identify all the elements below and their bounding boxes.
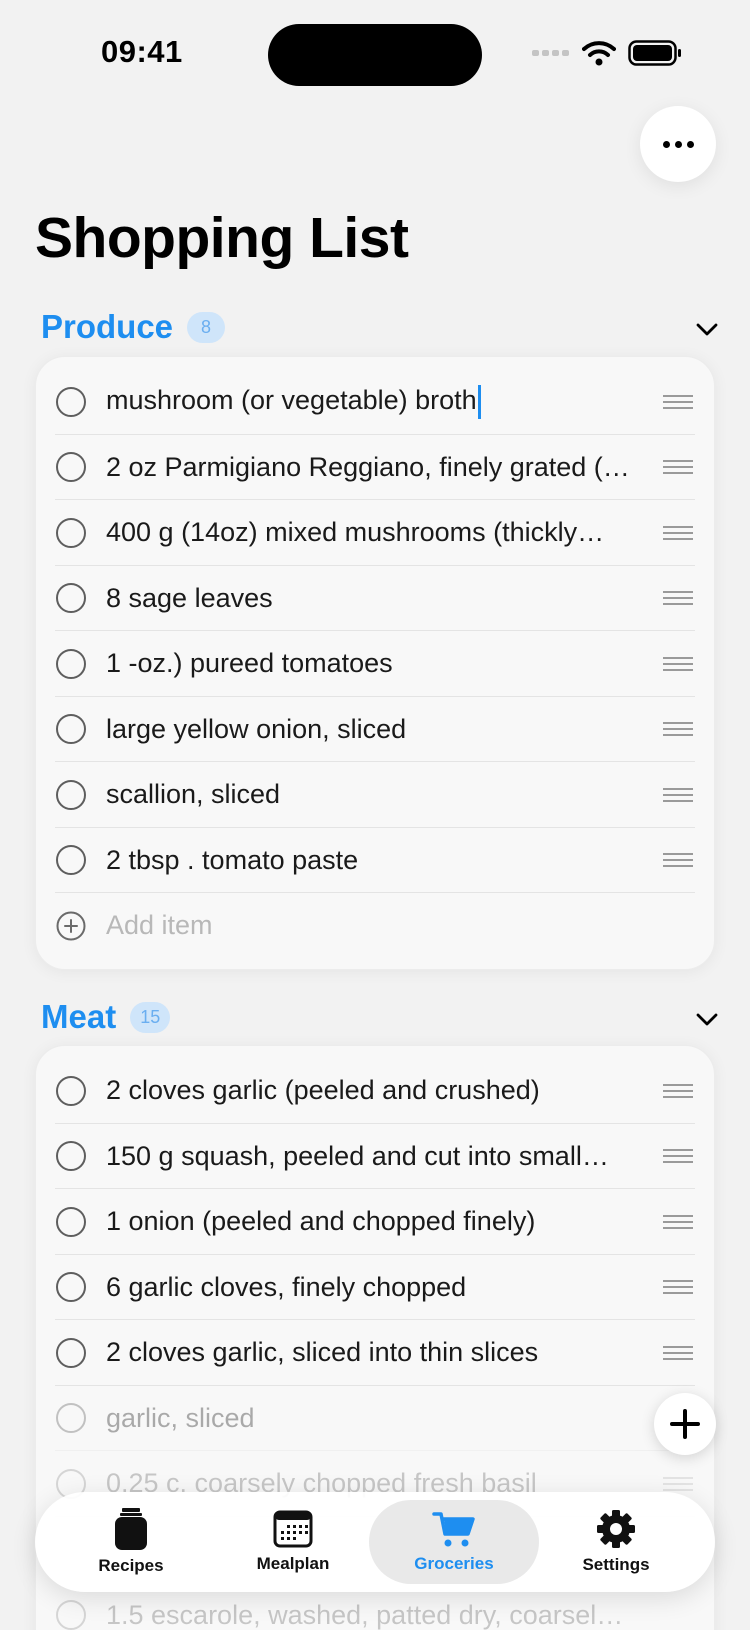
list-item[interactable]: 1 onion (peeled and chopped finely) — [36, 1189, 714, 1255]
checkbox[interactable] — [56, 1337, 86, 1368]
list-item[interactable]: 1 -oz.) pureed tomatoes — [36, 631, 714, 697]
list-item[interactable]: 2 cloves garlic (peeled and crushed) — [36, 1058, 714, 1124]
list-item[interactable]: 6 garlic cloves, finely chopped — [36, 1255, 714, 1320]
item-text[interactable]: 2 oz Parmigiano Reggiano, finely grated … — [106, 452, 636, 483]
add-button[interactable] — [654, 1393, 716, 1455]
more-dot — [674, 140, 682, 148]
drag-handle-icon[interactable] — [663, 1476, 693, 1491]
tab-label: Settings — [582, 1555, 650, 1574]
calendar-icon — [273, 1510, 313, 1548]
drag-handle-icon[interactable] — [663, 853, 693, 868]
add-item-input[interactable]: Add item — [106, 910, 213, 941]
list-item[interactable]: 2 tbsp . tomato paste — [36, 828, 714, 893]
text-cursor — [477, 384, 481, 419]
checkbox[interactable] — [56, 452, 86, 483]
jar-icon — [115, 1508, 147, 1550]
drag-handle-icon[interactable] — [663, 656, 693, 671]
item-text[interactable]: 1.5 escarole, washed, patted dry, coarse… — [106, 1600, 636, 1630]
section-title: Meat — [41, 998, 117, 1035]
checkbox[interactable] — [56, 1272, 86, 1303]
list-item[interactable]: 2 oz Parmigiano Reggiano, finely grated … — [36, 435, 714, 500]
item-text[interactable]: 150 g squash, peeled and cut into small… — [106, 1141, 636, 1172]
drag-handle-icon[interactable] — [663, 1345, 693, 1360]
tab-label: Mealplan — [256, 1554, 330, 1573]
list-item[interactable]: large yellow onion, sliced — [36, 697, 714, 762]
item-text[interactable]: large yellow onion, sliced — [106, 714, 636, 745]
wifi-icon — [582, 41, 616, 66]
section-header-meat[interactable]: Meat 15 — [41, 998, 171, 1036]
drag-handle-icon[interactable] — [663, 1149, 693, 1164]
battery-icon — [628, 40, 681, 66]
checkbox[interactable] — [56, 386, 86, 417]
dynamic-island — [268, 24, 482, 86]
item-text[interactable]: garlic, sliced — [106, 1403, 636, 1434]
section-title: Produce — [41, 308, 174, 345]
status-time: 09:41 — [101, 34, 183, 69]
item-text: mushroom (or vegetable) broth — [106, 384, 477, 415]
checkbox[interactable] — [56, 1600, 86, 1630]
page-title: Shopping List — [35, 206, 409, 270]
list-item[interactable]: scallion, sliced — [36, 762, 714, 828]
list-item[interactable]: 8 sage leaves — [36, 566, 714, 631]
item-text[interactable]: 1 -oz.) pureed tomatoes — [106, 648, 636, 679]
checkbox[interactable] — [56, 779, 86, 810]
drag-handle-icon[interactable] — [663, 722, 693, 737]
shopping-list-screen: 09:41 Shopping List Produce 8 mushroom (… — [0, 0, 750, 1630]
more-dot — [686, 140, 694, 148]
item-text-editing[interactable]: mushroom (or vegetable) broth — [106, 384, 636, 419]
drag-handle-icon[interactable] — [663, 1280, 693, 1295]
drag-handle-icon[interactable] — [663, 591, 693, 606]
add-item-row[interactable]: Add item — [36, 893, 714, 959]
item-text[interactable]: scallion, sliced — [106, 779, 636, 810]
count-badge: 15 — [130, 1001, 171, 1033]
item-text[interactable]: 1 onion (peeled and chopped finely) — [106, 1206, 636, 1237]
gear-icon — [597, 1510, 635, 1548]
drag-handle-icon[interactable] — [663, 787, 693, 802]
drag-handle-icon[interactable] — [663, 525, 693, 540]
checkbox[interactable] — [56, 583, 86, 614]
list-item[interactable]: garlic, sliced — [36, 1386, 714, 1451]
tab-label: Recipes — [98, 1556, 164, 1575]
list-item[interactable]: mushroom (or vegetable) broth — [36, 369, 714, 435]
tab-recipes[interactable]: Recipes — [46, 1500, 216, 1584]
chevron-down-icon[interactable] — [694, 316, 720, 342]
list-item[interactable]: 2 cloves garlic, sliced into thin slices — [36, 1320, 714, 1386]
item-text[interactable]: 6 garlic cloves, finely chopped — [106, 1272, 636, 1303]
drag-handle-icon[interactable] — [663, 394, 693, 409]
item-text[interactable]: 400 g (14oz) mixed mushrooms (thickly… — [106, 517, 636, 548]
checkbox[interactable] — [56, 648, 86, 679]
drag-handle-icon[interactable] — [663, 1083, 693, 1098]
plus-icon — [670, 1409, 700, 1439]
checkbox[interactable] — [56, 517, 86, 548]
tab-groceries[interactable]: Groceries — [369, 1500, 539, 1584]
drag-handle-icon[interactable] — [663, 1214, 693, 1229]
more-options-button[interactable] — [640, 106, 716, 182]
section-header-produce[interactable]: Produce 8 — [41, 308, 226, 346]
item-text[interactable]: 2 tbsp . tomato paste — [106, 845, 636, 876]
tab-label: Groceries — [414, 1554, 494, 1573]
count-badge: 8 — [187, 311, 226, 343]
checkbox[interactable] — [56, 1206, 86, 1237]
checkbox[interactable] — [56, 1403, 86, 1434]
cart-icon — [432, 1512, 475, 1547]
tab-settings[interactable]: Settings — [531, 1500, 701, 1584]
item-text[interactable]: 8 sage leaves — [106, 583, 636, 614]
tab-mealplan[interactable]: Mealplan — [208, 1500, 378, 1584]
checkbox[interactable] — [56, 714, 86, 745]
list-item[interactable]: 400 g (14oz) mixed mushrooms (thickly… — [36, 500, 714, 566]
status-icons — [532, 40, 682, 66]
checkbox[interactable] — [56, 845, 86, 876]
item-text[interactable]: 2 cloves garlic (peeled and crushed) — [106, 1075, 636, 1106]
more-dot — [662, 140, 670, 148]
drag-handle-icon[interactable] — [663, 460, 693, 475]
signal-icon — [532, 50, 569, 56]
item-text[interactable]: 2 cloves garlic, sliced into thin slices — [106, 1337, 636, 1368]
tab-bar: Recipes Mealplan Groceries Settings — [35, 1492, 715, 1592]
list-item[interactable]: 150 g squash, peeled and cut into small… — [36, 1124, 714, 1189]
checkbox[interactable] — [56, 1075, 86, 1106]
plus-circle-icon — [56, 911, 86, 941]
checkbox[interactable] — [56, 1141, 86, 1172]
produce-card: mushroom (or vegetable) broth 2 oz Parmi… — [35, 356, 715, 970]
chevron-down-icon[interactable] — [694, 1006, 720, 1032]
